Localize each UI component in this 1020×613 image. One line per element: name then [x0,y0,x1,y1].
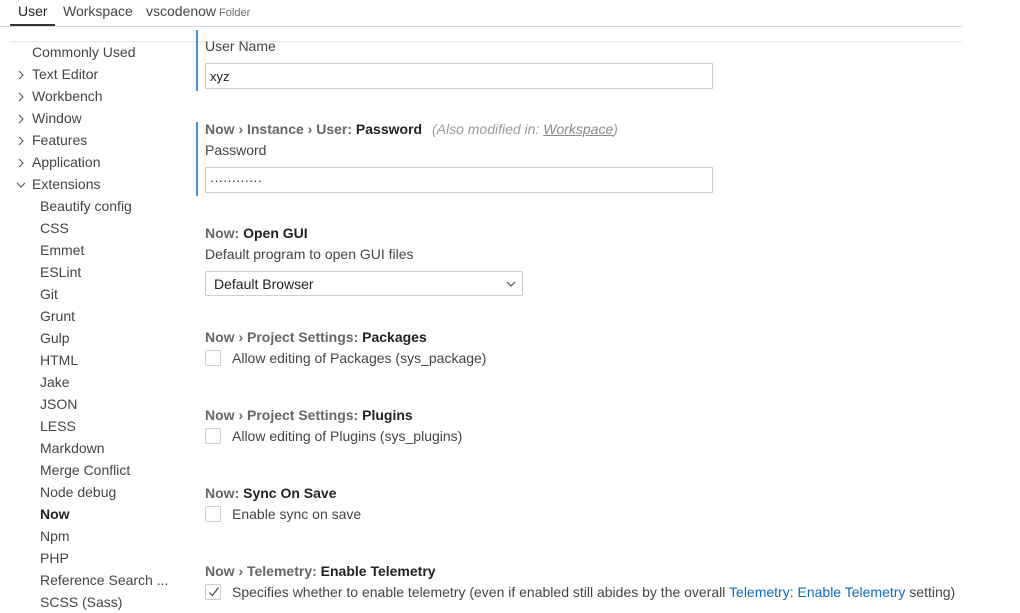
toc-item-window[interactable]: Window [32,110,82,126]
tab-folder-vscodenow[interactable]: vscodenow Folder [146,3,250,19]
setting-category: Now › Instance › User: [205,121,356,137]
toc-item-text-editor[interactable]: Text Editor [32,66,98,82]
check-icon [209,587,219,597]
setting-title-packages: Now › Project Settings: Packages [205,329,427,345]
setting-description: User Name [205,38,276,54]
checkbox-label: Enable sync on save [232,506,362,522]
setting-title-sync-on-save: Now: Sync On Save [205,485,337,501]
settings-toc: Commonly Used Text Editor Workbench Wind… [10,41,180,613]
telemetry-setting-link[interactable]: Telemetry: Enable Telemetry [729,584,905,600]
toc-item-features[interactable]: Features [32,132,87,148]
checkbox-label-text: Specifies whether to enable telemetry (e… [232,584,730,600]
toc-ext-npm[interactable]: Npm [40,528,70,544]
toc-item-extensions[interactable]: Extensions [32,176,100,192]
packages-checkbox[interactable] [205,350,221,366]
checkbox-label: Specifies whether to enable telemetry (e… [232,584,955,600]
setting-category: Now: [205,225,244,241]
setting-category: Now: [205,485,244,501]
toc-ext-less[interactable]: LESS [40,418,76,434]
also-modified-prefix: (Also modified in: [431,121,544,137]
setting-key: Plugins [362,407,413,423]
setting-category: Now › Project Settings: [205,407,363,423]
toc-ext-merge-conflict[interactable]: Merge Conflict [40,462,130,478]
chevron-right-icon[interactable] [16,70,26,80]
also-modified-suffix: ) [613,121,618,137]
settings-scope-tabs: User Workspace vscodenow Folder [0,0,962,27]
toc-ext-html[interactable]: HTML [40,352,78,368]
checkbox-label-suffix: setting) [905,584,956,600]
toc-ext-node-debug[interactable]: Node debug [40,484,116,500]
toc-ext-markdown[interactable]: Markdown [40,440,105,456]
setting-title-telemetry: Now › Telemetry: Enable Telemetry [205,563,436,579]
also-modified-note: (Also modified in: Workspace) [432,121,618,137]
chevron-down-icon[interactable] [16,180,26,190]
toc-ext-grunt[interactable]: Grunt [40,308,75,324]
open-gui-select[interactable]: Default Browser [205,271,523,296]
tab-user[interactable]: User [18,3,48,19]
plugins-checkbox[interactable] [205,428,221,444]
toc-item-commonly-used[interactable]: Commonly Used [32,44,135,60]
setting-description: Default program to open GUI files [205,246,414,262]
modified-indicator [196,30,198,91]
checkbox-label: Allow editing of Packages (sys_package) [232,350,487,366]
workspace-link[interactable]: Workspace [543,121,613,137]
toc-ext-css[interactable]: CSS [40,220,69,236]
toc-item-application[interactable]: Application [32,154,101,170]
setting-key: Enable Telemetry [320,563,436,579]
toc-ext-json[interactable]: JSON [40,396,77,412]
settings-list: User Name Now › Instance › User: Passwor… [196,30,976,613]
telemetry-checkbox[interactable] [205,584,221,600]
active-tab-indicator [10,24,55,26]
setting-description: Password [205,142,267,158]
setting-category: Now › Project Settings: [205,329,363,345]
tab-workspace[interactable]: Workspace [63,3,133,19]
select-value: Default Browser [214,276,314,292]
setting-category: Now › Telemetry: [205,563,321,579]
toc-ext-git[interactable]: Git [40,286,58,302]
toc-ext-beautify-config[interactable]: Beautify config [40,198,132,214]
setting-key: Sync On Save [243,485,337,501]
setting-title-plugins: Now › Project Settings: Plugins [205,407,413,423]
toc-ext-gulp[interactable]: Gulp [40,330,70,346]
chevron-right-icon[interactable] [16,114,26,124]
toc-ext-emmet[interactable]: Emmet [40,242,84,258]
sync-on-save-checkbox[interactable] [205,506,221,522]
chevron-right-icon[interactable] [16,92,26,102]
toc-ext-scss[interactable]: SCSS (Sass) [40,594,122,610]
toc-ext-now[interactable]: Now [40,506,70,522]
tab-folder-label: vscodenow [146,3,217,19]
setting-key: Packages [362,329,427,345]
username-input[interactable] [205,63,713,89]
password-input[interactable] [205,167,713,193]
setting-key: Open GUI [243,225,308,241]
toc-ext-eslint[interactable]: ESLint [40,264,81,280]
setting-title-password: Now › Instance › User: Password (Also mo… [205,121,618,137]
toc-ext-php[interactable]: PHP [40,550,69,566]
toc-ext-reference-search[interactable]: Reference Search ... [40,572,168,588]
toc-item-workbench[interactable]: Workbench [32,88,103,104]
setting-title-open-gui: Now: Open GUI [205,225,308,241]
chevron-down-icon [506,281,516,287]
toc-ext-jake[interactable]: Jake [40,374,70,390]
chevron-right-icon[interactable] [16,136,26,146]
checkbox-label: Allow editing of Plugins (sys_plugins) [232,428,463,444]
chevron-right-icon[interactable] [16,158,26,168]
setting-key: Password [355,121,423,137]
folder-tag: Folder [219,7,251,19]
modified-indicator [196,122,198,196]
